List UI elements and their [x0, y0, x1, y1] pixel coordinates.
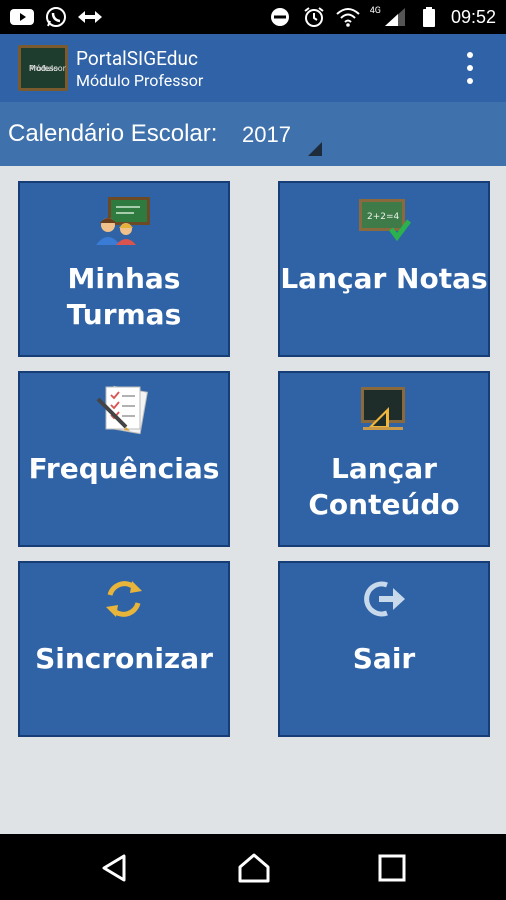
classroom-icon — [94, 195, 154, 249]
tile-frequencias[interactable]: Frequências — [18, 371, 230, 547]
home-icon[interactable] — [237, 852, 270, 884]
tile-label: Minhas Turmas — [20, 261, 228, 333]
logout-icon — [361, 577, 407, 625]
app-bar: Módulo Professor PortalSIGEduc Módulo Pro… — [0, 34, 506, 102]
tile-label-line1: Lançar — [331, 452, 437, 485]
chalkboard-icon — [359, 385, 409, 437]
status-bar: 4G 09:52 — [0, 0, 506, 34]
wifi-icon — [336, 6, 360, 28]
grades-board-icon: 2+2=4 — [357, 195, 411, 245]
tile-minhas-turmas[interactable]: Minhas Turmas — [18, 181, 230, 357]
tile-label-line1: Frequências — [28, 452, 220, 485]
status-time: 09:52 — [450, 7, 496, 27]
tile-label-line2: Conteúdo — [308, 488, 460, 521]
calendar-label: Calendário Escolar: — [8, 120, 218, 147]
tile-label: Lançar Notas — [280, 261, 488, 297]
app-title: PortalSIGEduc — [76, 47, 198, 70]
more-vert-icon[interactable] — [464, 52, 476, 84]
recents-icon[interactable] — [376, 852, 408, 884]
youtube-icon — [10, 6, 34, 28]
do-not-disturb-icon — [268, 6, 292, 28]
tile-label: Sincronizar — [20, 641, 228, 677]
tile-label-line1: Lançar Notas — [280, 262, 488, 295]
tile-label-line1: Sair — [352, 642, 416, 675]
alarm-icon — [302, 6, 326, 28]
tile-label-line1: Minhas — [67, 262, 181, 295]
tile-label: Frequências — [20, 451, 228, 487]
network-type-label: 4G — [369, 6, 381, 16]
tile-sincronizar[interactable]: Sincronizar — [18, 561, 230, 737]
tile-label: Sair — [280, 641, 488, 677]
tile-label-line2: Turmas — [66, 298, 182, 331]
tile-sair[interactable]: Sair — [278, 561, 490, 737]
sync-icon — [102, 577, 146, 625]
navigation-bar — [0, 834, 506, 900]
year-select-value: 2017 — [242, 122, 291, 147]
tile-lancar-conteudo[interactable]: Lançar Conteúdo — [278, 371, 490, 547]
app-logo-icon: Módulo Professor — [18, 45, 68, 91]
battery-icon — [417, 6, 441, 28]
tile-lancar-notas[interactable]: 2+2=4 Lançar Notas — [278, 181, 490, 357]
year-select[interactable]: 2017 — [236, 116, 324, 156]
svg-text:2+2=4: 2+2=4 — [367, 212, 400, 222]
attendance-checklist-icon — [96, 385, 152, 439]
calendar-bar: Calendário Escolar: 2017 — [0, 102, 506, 166]
back-icon[interactable] — [98, 852, 130, 884]
whatsapp-icon — [44, 6, 68, 28]
teamviewer-icon — [78, 6, 102, 28]
tile-label-line1: Sincronizar — [35, 642, 213, 675]
dropdown-caret-icon — [308, 142, 322, 156]
app-subtitle: Módulo Professor — [76, 71, 204, 90]
signal-icon — [383, 6, 407, 28]
tile-label: Lançar Conteúdo — [280, 451, 488, 523]
logo-text-line2: Professor — [29, 64, 66, 73]
